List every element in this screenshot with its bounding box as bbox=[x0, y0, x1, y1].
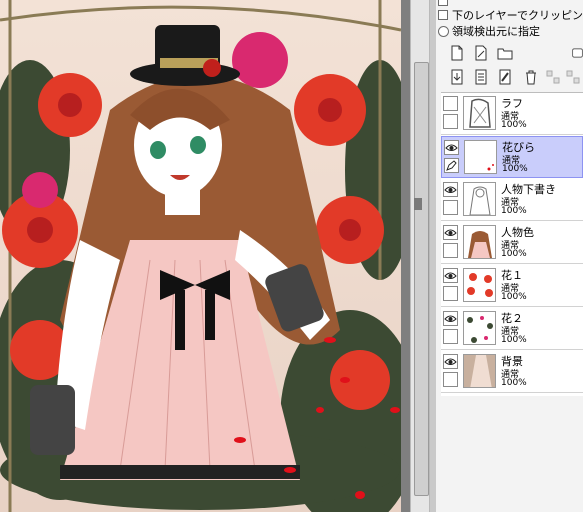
new-folder-icon bbox=[497, 48, 513, 60]
new-layer-icon bbox=[451, 45, 463, 61]
disabled-tool-button bbox=[544, 68, 562, 86]
clipping-checkbox[interactable] bbox=[438, 10, 448, 20]
layer-panel: 下のレイヤーでクリッピング 領域検出元に指定 ラフ 通常 100% 花びら 通常… bbox=[436, 0, 583, 512]
layer-thumbnail bbox=[463, 354, 496, 388]
eye-icon bbox=[444, 358, 457, 365]
layer-opacity: 100% bbox=[501, 206, 527, 216]
scrollbar-grip-icon bbox=[414, 198, 422, 210]
layer-thumbnail bbox=[463, 311, 496, 345]
layer-thumbnail bbox=[464, 140, 497, 174]
panel-menu-icon bbox=[572, 48, 583, 58]
visibility-toggle[interactable] bbox=[444, 140, 459, 155]
eye-icon bbox=[444, 272, 457, 279]
lock-toggle[interactable] bbox=[443, 329, 458, 344]
layer-opacity: 100% bbox=[501, 292, 527, 302]
visibility-toggle[interactable] bbox=[443, 225, 458, 240]
merge-down-icon bbox=[475, 69, 487, 85]
delete-layer-button[interactable] bbox=[522, 68, 540, 86]
layer-row-figure-color[interactable]: 人物色 通常 100% bbox=[441, 222, 583, 264]
disabled-tool-button-2 bbox=[564, 68, 582, 86]
artwork-canvas[interactable] bbox=[0, 0, 401, 512]
new-layer-button[interactable] bbox=[448, 44, 466, 62]
region-source-option[interactable]: 領域検出元に指定 bbox=[438, 24, 540, 38]
eye-icon bbox=[444, 229, 457, 236]
lock-toggle[interactable] bbox=[443, 200, 458, 215]
pen-icon bbox=[446, 160, 457, 171]
clipping-label: 下のレイヤーでクリッピング bbox=[452, 9, 583, 22]
clear-layer-icon bbox=[499, 69, 511, 85]
new-linework-layer-button[interactable] bbox=[472, 44, 490, 62]
eye-icon bbox=[444, 315, 457, 322]
visibility-toggle[interactable] bbox=[443, 354, 458, 369]
layer-row-petals[interactable]: 花びら 通常 100% bbox=[441, 136, 583, 178]
layer-opacity: 100% bbox=[501, 335, 527, 345]
eye-icon bbox=[445, 144, 458, 151]
canvas-area[interactable] bbox=[0, 0, 410, 512]
editing-indicator[interactable] bbox=[444, 158, 459, 173]
visibility-toggle[interactable] bbox=[443, 96, 458, 111]
new-folder-button[interactable] bbox=[496, 44, 514, 62]
lock-transparency-checkbox[interactable] bbox=[438, 0, 448, 6]
layer-panel-empty-area bbox=[436, 396, 583, 512]
scrollbar-thumb[interactable] bbox=[414, 62, 429, 496]
layer-opacity: 100% bbox=[502, 164, 528, 174]
eye-icon bbox=[444, 186, 457, 193]
layer-thumbnail bbox=[463, 182, 496, 216]
visibility-toggle[interactable] bbox=[443, 311, 458, 326]
lock-toggle[interactable] bbox=[443, 243, 458, 258]
lock-toggle[interactable] bbox=[443, 286, 458, 301]
layer-thumbnail bbox=[463, 96, 496, 130]
lock-toggle[interactable] bbox=[443, 114, 458, 129]
lock-toggle[interactable] bbox=[443, 372, 458, 387]
layer-row-flowers-2[interactable]: 花２ 通常 100% bbox=[441, 308, 583, 350]
layer-row-rough[interactable]: ラフ 通常 100% bbox=[441, 93, 583, 135]
layer-row-flowers-1[interactable]: 花１ 通常 100% bbox=[441, 265, 583, 307]
region-source-label: 領域検出元に指定 bbox=[452, 25, 540, 38]
visibility-toggle[interactable] bbox=[443, 268, 458, 283]
layer-list[interactable]: ラフ 通常 100% 花びら 通常 100% 人物下書き 通常 100% 人物色… bbox=[441, 92, 583, 397]
region-source-radio[interactable] bbox=[438, 25, 449, 37]
layer-thumbnail bbox=[463, 268, 496, 302]
lock-transparency-option[interactable] bbox=[438, 0, 452, 8]
clear-layer-button[interactable] bbox=[496, 68, 514, 86]
layer-row-background[interactable]: 背景 通常 100% bbox=[441, 351, 583, 393]
transfer-down-button[interactable] bbox=[448, 68, 466, 86]
new-linework-layer-icon bbox=[475, 45, 487, 61]
layer-toolbar bbox=[436, 44, 583, 90]
disabled-grid-icon bbox=[566, 70, 580, 84]
disabled-grid-icon bbox=[546, 70, 560, 84]
merge-down-button[interactable] bbox=[472, 68, 490, 86]
layer-opacity: 100% bbox=[501, 378, 527, 388]
layer-thumbnail bbox=[463, 225, 496, 259]
transfer-down-icon bbox=[451, 69, 463, 85]
vertical-scrollbar[interactable] bbox=[410, 0, 430, 512]
layer-opacity: 100% bbox=[501, 120, 527, 130]
trash-icon bbox=[526, 70, 536, 85]
panel-menu-button[interactable] bbox=[572, 44, 583, 62]
layer-opacity: 100% bbox=[501, 249, 527, 259]
layer-row-figure-sketch[interactable]: 人物下書き 通常 100% bbox=[441, 179, 583, 221]
clipping-option[interactable]: 下のレイヤーでクリッピング bbox=[438, 8, 583, 22]
visibility-toggle[interactable] bbox=[443, 182, 458, 197]
